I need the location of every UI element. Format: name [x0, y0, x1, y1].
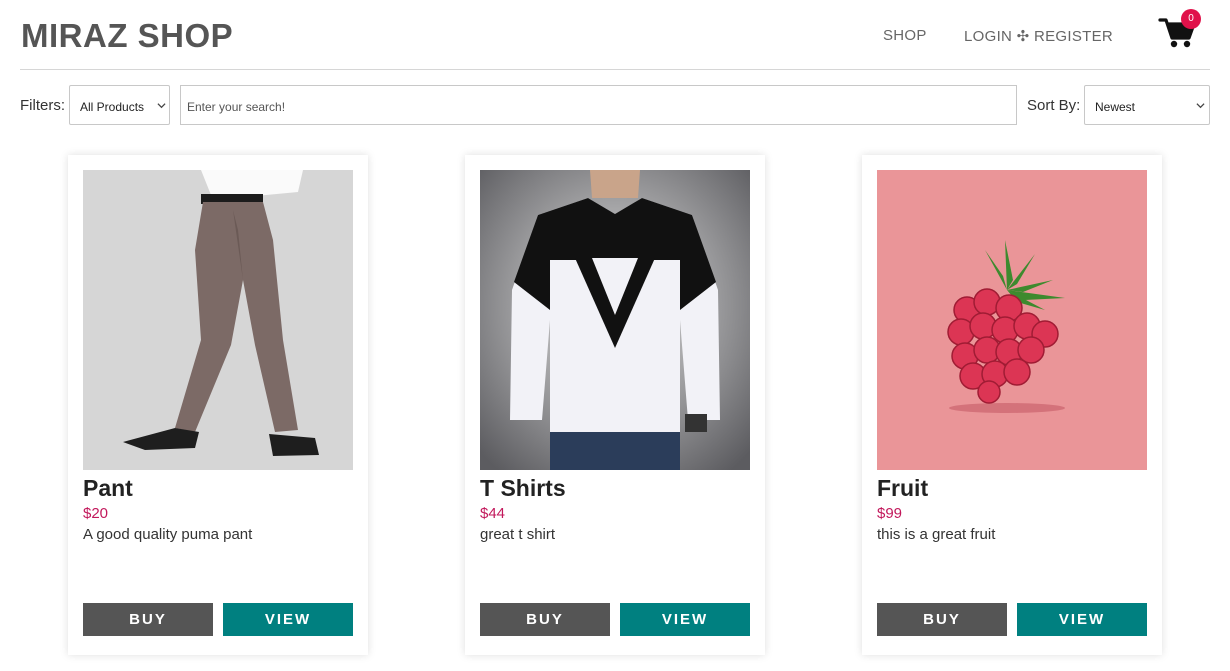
category-selected-value: All Products [80, 100, 145, 114]
product-price: $44 [480, 505, 506, 522]
sort-selected-value: Newest [1095, 100, 1136, 114]
view-button[interactable]: VIEW [620, 603, 750, 636]
view-button[interactable]: VIEW [1017, 603, 1147, 636]
filters-label: Filters: [20, 97, 65, 114]
chevron-down-icon [1196, 103, 1205, 109]
sort-select[interactable]: Newest [1084, 85, 1210, 125]
product-image-fruit[interactable] [877, 170, 1147, 470]
buy-button[interactable]: BUY [83, 603, 213, 636]
product-card: Fruit $99 this is a great fruit BUY VIEW [862, 155, 1162, 655]
product-price: $99 [877, 505, 903, 522]
product-title: Pant [83, 475, 133, 501]
product-image-t-shirts[interactable] [480, 170, 750, 470]
view-button[interactable]: VIEW [223, 603, 353, 636]
site-header: MIRAZ SHOP SHOP LOGIN ✣ REGISTER 0 [20, 0, 1210, 70]
filter-bar: Filters: All Products Enter your search!… [20, 85, 1210, 125]
product-description: this is a great fruit [877, 526, 996, 543]
product-card: T Shirts $44 great t shirt BUY VIEW [465, 155, 765, 655]
buy-button[interactable]: BUY [480, 603, 610, 636]
brand-logo[interactable]: MIRAZ SHOP [21, 17, 233, 55]
buy-button[interactable]: BUY [877, 603, 1007, 636]
nav-shop-link[interactable]: SHOP [883, 27, 927, 44]
product-price: $20 [83, 505, 109, 522]
product-description: great t shirt [480, 526, 556, 543]
nav-login-register-link[interactable]: LOGIN ✣ REGISTER [964, 27, 1113, 45]
chevron-down-icon [157, 103, 166, 109]
category-filter-select[interactable]: All Products [69, 85, 170, 125]
product-description: A good quality puma pant [83, 526, 253, 543]
search-input[interactable]: Enter your search! [180, 85, 1017, 125]
sort-by-label: Sort By: [1027, 97, 1081, 114]
product-image-pant[interactable] [83, 170, 353, 470]
product-title: Fruit [877, 475, 929, 501]
product-title: T Shirts [480, 475, 566, 501]
product-card: Pant $20 A good quality puma pant BUY VI… [68, 155, 368, 655]
search-placeholder: Enter your search! [187, 100, 286, 114]
cart-count-badge: 0 [1181, 9, 1201, 29]
